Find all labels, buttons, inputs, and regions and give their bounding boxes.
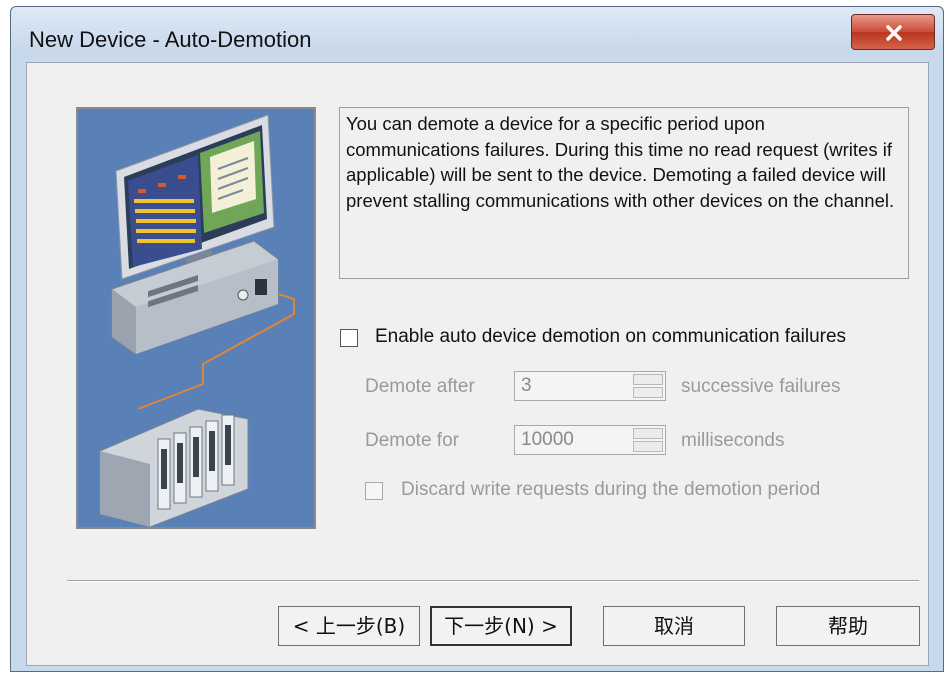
description-text: You can demote a device for a specific p… [339,107,909,279]
spin-up-button[interactable] [633,374,663,385]
dialog-window: New Device - Auto-Demotion You can demot… [10,6,944,672]
demote-for-spin-buttons[interactable] [633,428,663,452]
demote-after-spin-buttons[interactable] [633,374,663,398]
next-button[interactable]: 下一步(N) > [430,606,572,646]
demote-after-spinner[interactable]: 3 [514,371,666,401]
demote-for-value[interactable]: 10000 [521,429,574,451]
discard-writes-checkbox[interactable] [365,482,383,500]
enable-demotion-label[interactable]: Enable auto device demotion on communica… [375,326,846,348]
cancel-button[interactable]: 取消 [603,606,745,646]
spin-up-button[interactable] [633,428,663,439]
demote-for-unit: milliseconds [681,430,785,451]
spin-down-button[interactable] [633,441,663,452]
close-button[interactable] [851,14,935,50]
window-title: New Device - Auto-Demotion [29,27,312,52]
device-illustration [76,107,316,529]
demote-after-value[interactable]: 3 [521,375,532,397]
dialog-client-area: You can demote a device for a specific p… [26,62,929,666]
demote-after-label: Demote after [365,376,475,397]
discard-writes-label: Discard write requests during the demoti… [401,479,821,500]
title-bar[interactable]: New Device - Auto-Demotion [11,7,943,62]
demote-after-unit: successive failures [681,376,841,397]
demote-for-spinner[interactable]: 10000 [514,425,666,455]
back-button[interactable]: < 上一步(B) [278,606,420,646]
help-button[interactable]: 帮助 [776,606,920,646]
enable-demotion-checkbox[interactable] [340,329,358,347]
close-icon [886,25,902,41]
spin-down-button[interactable] [633,387,663,398]
computer-and-plc-illustration [78,109,314,528]
button-separator [67,580,919,582]
demote-for-label: Demote for [365,430,459,451]
